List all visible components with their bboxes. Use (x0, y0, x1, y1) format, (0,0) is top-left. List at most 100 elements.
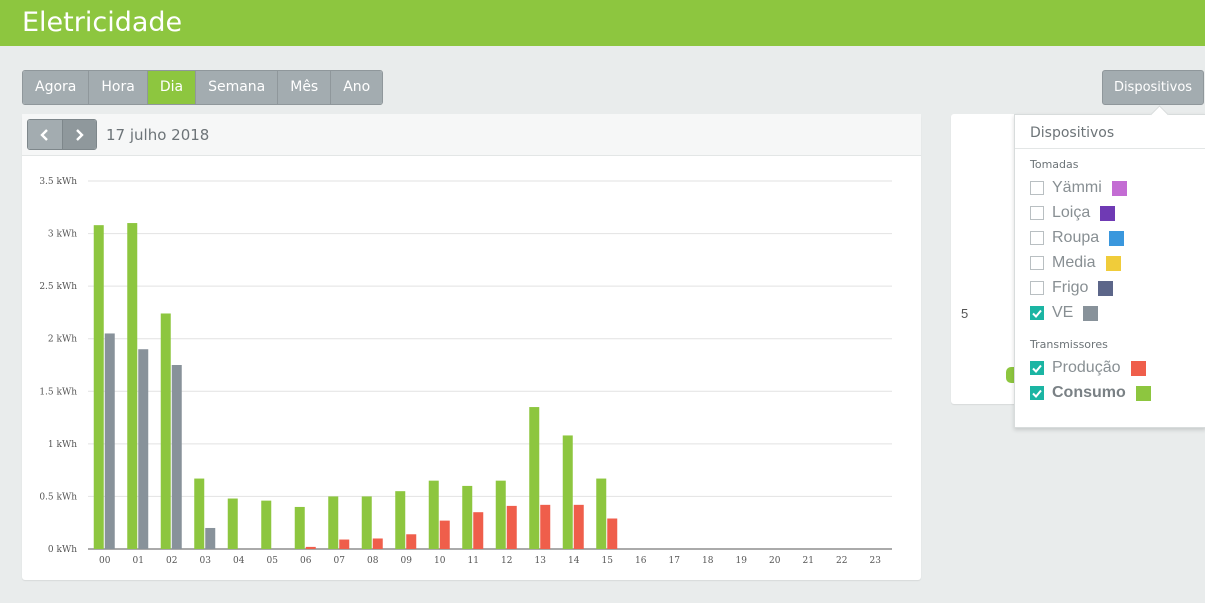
energy-bar-chart: 0 kWh 0.5 kWh 1 kWh 1.5 kWh 2 kWh 2.5 kWh 3 kW… (39, 177, 892, 566)
x-tick-label: 23 (870, 556, 882, 566)
x-tick-label: 04 (233, 556, 245, 566)
tomada-item-4[interactable]: Frigo (1030, 279, 1114, 297)
color-swatch (1098, 280, 1114, 296)
tomada-item-1[interactable]: Loiça (1030, 204, 1116, 222)
bar-consumo-07[interactable] (328, 496, 339, 549)
y-tick-label: 2.5 kWh (39, 282, 77, 292)
y-tick-label: 3.5 kWh (39, 177, 77, 187)
bar-ve-03[interactable] (205, 527, 216, 549)
bar-consumo-10[interactable] (428, 480, 439, 549)
x-tick-label: 18 (702, 556, 714, 566)
bar-produo-07[interactable] (339, 539, 350, 549)
x-tick-label: 10 (434, 556, 446, 566)
tomada-item-3[interactable]: Media (1030, 254, 1121, 272)
bar-produo-11[interactable] (473, 512, 484, 549)
y-tick-label: 0 kWh (48, 545, 77, 555)
tab-mes[interactable]: Mês (278, 71, 332, 104)
bar-consumo-01[interactable] (127, 223, 138, 550)
bar-consumo-09[interactable] (395, 491, 406, 549)
next-day-button[interactable] (61, 120, 96, 149)
color-swatch (1111, 180, 1127, 196)
y-tick-label: 2 kWh (48, 335, 77, 345)
transmissor-item-0[interactable]: Produção (1030, 359, 1146, 377)
tab-ano[interactable]: Ano (331, 71, 383, 104)
bar-consumo-00[interactable] (93, 225, 104, 549)
x-tick-label: 17 (669, 556, 681, 566)
check-icon (1032, 309, 1042, 318)
x-tick-label: 01 (133, 556, 144, 566)
tab-semana[interactable]: Semana (196, 71, 279, 104)
x-tick-label: 12 (501, 556, 512, 566)
color-swatch (1130, 360, 1146, 376)
x-tick-label: 21 (803, 556, 814, 566)
y-tick-label: 1.5 kWh (39, 387, 77, 397)
bar-consumo-13[interactable] (529, 407, 540, 549)
checkbox[interactable] (1030, 386, 1044, 400)
device-label: Consumo (1052, 384, 1126, 401)
date-nav-group (27, 119, 97, 150)
bar-consumo-14[interactable] (562, 435, 573, 549)
checkbox[interactable] (1030, 256, 1044, 270)
chart-panel: 17 julho 2018 0 kWh 0.5 kWh 1 kWh 1.5 kWh 2 … (22, 114, 921, 580)
device-label: Media (1052, 254, 1096, 271)
dropdown-header: Dispositivos (1015, 115, 1205, 149)
bar-produo-06[interactable] (305, 546, 316, 549)
dropdown-title: Dispositivos (1030, 125, 1115, 141)
x-tick-label: 08 (367, 556, 379, 566)
checkbox[interactable] (1030, 281, 1044, 295)
x-tick-label: 20 (769, 556, 781, 566)
tab-agora[interactable]: Agora (23, 71, 90, 104)
device-label: Produção (1052, 359, 1121, 376)
bar-produo-14[interactable] (573, 504, 584, 549)
bar-consumo-06[interactable] (294, 506, 305, 549)
bar-ve-02[interactable] (171, 365, 182, 549)
x-tick-label: 05 (267, 556, 279, 566)
tab-dia[interactable]: Dia (147, 71, 197, 104)
y-tick-label: 0.5 kWh (39, 492, 77, 502)
checkbox[interactable] (1030, 361, 1044, 375)
y-tick-label: 3 kWh (48, 230, 77, 240)
bar-produo-10[interactable] (439, 520, 450, 549)
bar-consumo-03[interactable] (194, 478, 205, 549)
device-label: VE (1052, 304, 1074, 321)
x-tick-label: 11 (468, 556, 479, 566)
checkbox[interactable] (1030, 181, 1044, 195)
chevron-left-icon (40, 129, 48, 142)
bar-consumo-11[interactable] (462, 485, 473, 549)
transmissor-item-1[interactable]: Consumo (1030, 384, 1151, 402)
bar-ve-00[interactable] (104, 333, 115, 549)
x-tick-label: 13 (535, 556, 547, 566)
bar-consumo-04[interactable] (227, 498, 238, 549)
section-transmissores: Transmissores (1030, 338, 1108, 351)
x-tick-label: 22 (836, 556, 847, 566)
tomada-item-2[interactable]: Roupa (1030, 229, 1125, 247)
device-label: Loiça (1052, 204, 1091, 221)
bar-consumo-12[interactable] (495, 480, 506, 549)
bar-consumo-02[interactable] (160, 313, 171, 549)
checkbox[interactable] (1030, 306, 1044, 320)
bar-produo-09[interactable] (406, 534, 417, 549)
x-tick-label: 02 (166, 556, 177, 566)
tomada-item-0[interactable]: Yämmi (1030, 179, 1127, 197)
checkbox[interactable] (1030, 206, 1044, 220)
devices-button[interactable]: Dispositivos (1102, 70, 1204, 105)
bar-produo-08[interactable] (372, 538, 383, 549)
tomada-item-5[interactable]: VE (1030, 304, 1099, 322)
color-swatch (1100, 205, 1116, 221)
check-icon (1032, 364, 1042, 373)
prev-day-button[interactable] (28, 120, 62, 149)
bar-consumo-15[interactable] (596, 478, 607, 549)
chart-toolbar: 17 julho 2018 (22, 114, 921, 156)
bar-ve-01[interactable] (138, 349, 149, 549)
bar-produo-13[interactable] (540, 504, 551, 549)
bar-consumo-05[interactable] (261, 500, 272, 549)
app-header: Eletricidade (0, 0, 1205, 46)
section-tomadas: Tomadas (1030, 158, 1079, 171)
bar-consumo-08[interactable] (361, 496, 372, 549)
checkbox[interactable] (1030, 231, 1044, 245)
tab-hora[interactable]: Hora (89, 71, 148, 104)
x-tick-label: 03 (200, 556, 212, 566)
bar-produo-15[interactable] (607, 518, 618, 549)
bar-produo-12[interactable] (506, 505, 517, 549)
x-tick-label: 14 (568, 556, 580, 566)
